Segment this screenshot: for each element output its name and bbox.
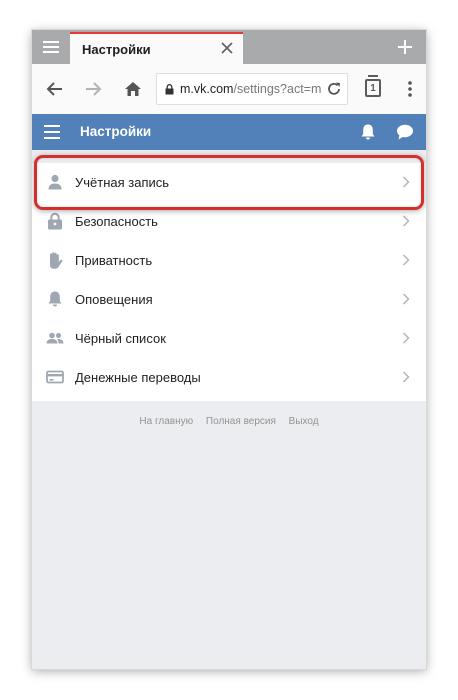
notifications-bell-icon[interactable] (359, 123, 377, 141)
tab-strip: Настройки (32, 30, 426, 64)
more-options-icon[interactable] (398, 77, 422, 101)
chevron-right-icon (402, 215, 410, 227)
new-tab-icon[interactable] (396, 38, 414, 56)
settings-item-label: Безопасность (75, 214, 158, 229)
url-field[interactable]: m.vk.com/settings?act=m (156, 73, 348, 105)
home-link[interactable]: На главную (139, 416, 193, 427)
lock-icon (48, 212, 62, 230)
hand-icon (50, 252, 63, 269)
people-icon (46, 332, 64, 344)
vk-header: Настройки (32, 114, 426, 150)
settings-item-label: Денежные переводы (75, 370, 201, 385)
lock-icon (165, 83, 174, 94)
chevron-right-icon (402, 332, 410, 344)
phone-screen: Настройки m.vk.com/settings?act=m 1 Наст… (32, 30, 426, 669)
settings-item-account[interactable]: Учётная запись (32, 163, 426, 202)
settings-item-notifications[interactable]: Оповещения (32, 280, 426, 319)
settings-item-security[interactable]: Безопасность (32, 202, 426, 241)
settings-list: Учётная запись Безопасность Приватность … (32, 163, 426, 401)
settings-item-blacklist[interactable]: Чёрный список (32, 319, 426, 358)
footer-links: На главную Полная версия Выход (32, 416, 426, 427)
home-icon[interactable] (121, 77, 145, 101)
chevron-right-icon (402, 254, 410, 266)
chevron-right-icon (402, 293, 410, 305)
tab-title: Настройки (82, 41, 151, 57)
browser-tab[interactable]: Настройки (70, 32, 243, 64)
chevron-right-icon (402, 176, 410, 188)
settings-item-label: Приватность (75, 253, 153, 268)
forward-icon[interactable] (82, 77, 106, 101)
settings-item-label: Оповещения (75, 292, 153, 307)
reload-icon[interactable] (322, 77, 346, 101)
tab-switcher-menu-icon[interactable] (32, 30, 70, 64)
settings-item-money-transfers[interactable]: Денежные переводы (32, 358, 426, 397)
person-icon (48, 174, 62, 190)
browser-toolbar: m.vk.com/settings?act=m 1 (32, 64, 426, 114)
menu-icon[interactable] (44, 125, 60, 139)
tab-count-icon[interactable]: 1 (365, 75, 381, 97)
card-icon (46, 370, 64, 384)
url-path: /settings?act=m (233, 82, 322, 96)
page-title: Настройки (80, 124, 152, 139)
messages-icon[interactable] (396, 123, 414, 141)
back-icon[interactable] (42, 77, 66, 101)
settings-item-label: Чёрный список (75, 331, 166, 346)
settings-item-privacy[interactable]: Приватность (32, 241, 426, 280)
full-version-link[interactable]: Полная версия (206, 416, 276, 427)
url-host: m.vk.com (180, 82, 234, 96)
settings-item-label: Учётная запись (75, 175, 170, 190)
chevron-right-icon (402, 371, 410, 383)
logout-link[interactable]: Выход (289, 416, 319, 427)
bell-icon (48, 291, 62, 307)
close-tab-icon[interactable] (220, 41, 234, 55)
